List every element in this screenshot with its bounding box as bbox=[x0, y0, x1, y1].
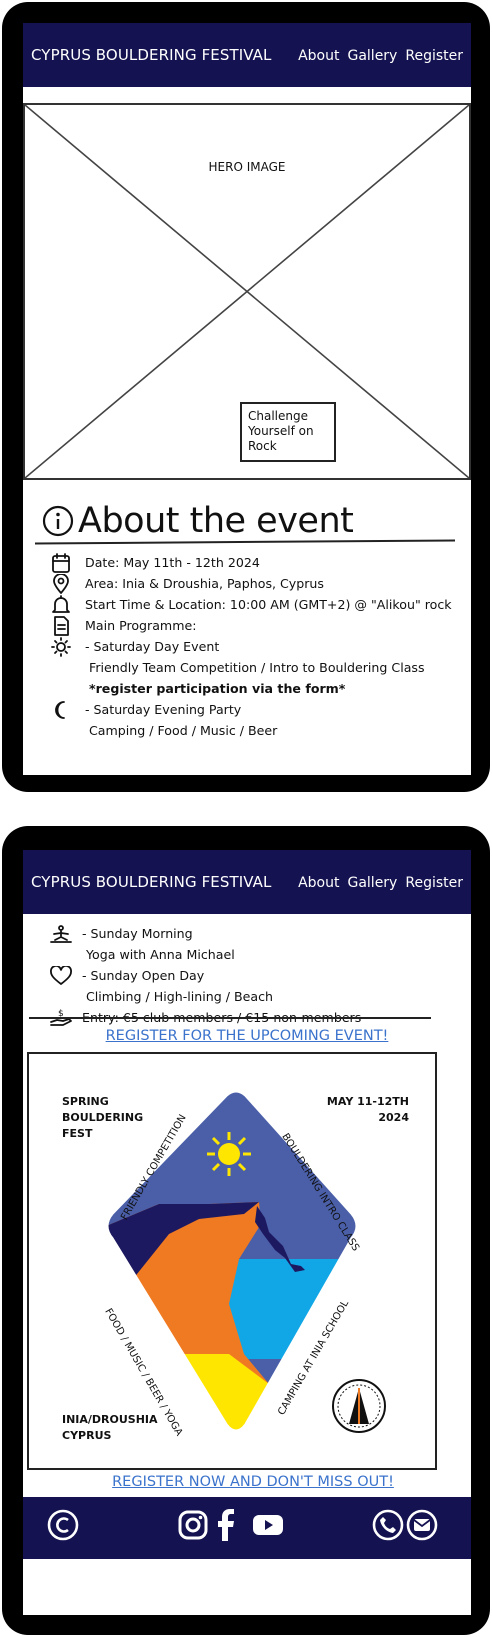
email-icon[interactable] bbox=[405, 1507, 439, 1543]
poster-title: SPRING BOULDERING FEST bbox=[62, 1094, 143, 1142]
heart-icon bbox=[50, 966, 72, 985]
saturday-day-detail: Friendly Team Competition / Intro to Bou… bbox=[89, 660, 425, 675]
poster-sun bbox=[207, 1132, 251, 1176]
poster-location-line: CYPRUS bbox=[62, 1429, 112, 1442]
yoga-icon bbox=[50, 925, 72, 943]
poster-title-line: SPRING bbox=[62, 1095, 109, 1108]
register-note: *register participation via the form* bbox=[89, 681, 346, 696]
sunday-morning: - Sunday Morning bbox=[82, 926, 193, 941]
poster-logo bbox=[332, 1379, 386, 1433]
about-title: About the event bbox=[78, 501, 354, 541]
navbar: CYPRUS BOULDERING FESTIVAL About Gallery… bbox=[23, 850, 471, 914]
poster-sea bbox=[229, 1259, 356, 1359]
navbar: CYPRUS BOULDERING FESTIVAL About Gallery… bbox=[23, 23, 471, 87]
nav-link-about[interactable]: About bbox=[298, 875, 339, 891]
facebook-icon[interactable] bbox=[211, 1507, 241, 1543]
moon-icon bbox=[55, 701, 65, 719]
list-item: *register participation via the form* bbox=[23, 678, 471, 699]
about-heading: About the event bbox=[41, 501, 354, 541]
nav-link-register[interactable]: Register bbox=[405, 875, 463, 891]
youtube-icon[interactable] bbox=[250, 1507, 286, 1543]
poster-location-line: INIA/DROUSHIA bbox=[62, 1413, 158, 1426]
poster-date-line: MAY 11-12TH bbox=[326, 1095, 409, 1108]
footer bbox=[23, 1497, 471, 1559]
screen-bottom: CYPRUS BOULDERING FESTIVAL About Gallery… bbox=[23, 850, 471, 1615]
programme-heading: Main Programme: bbox=[85, 618, 197, 633]
nav-link-about[interactable]: About bbox=[298, 48, 339, 64]
saturday-day: - Saturday Day Event bbox=[85, 639, 220, 654]
saturday-evening: - Saturday Evening Party bbox=[85, 702, 242, 717]
phone-frame-bottom: CYPRUS BOULDERING FESTIVAL About Gallery… bbox=[2, 826, 490, 1635]
register-link-bottom[interactable]: REGISTER NOW AND DON'T MISS OUT! bbox=[29, 1474, 471, 1490]
saturday-evening-detail: Camping / Food / Music / Beer bbox=[89, 723, 278, 738]
nav-links: About Gallery Register bbox=[298, 874, 463, 891]
poster-location: INIA/DROUSHIA CYPRUS bbox=[62, 1412, 158, 1444]
copyright-icon[interactable] bbox=[45, 1507, 81, 1543]
event-start: Start Time & Location: 10:00 AM (GMT+2) … bbox=[85, 597, 452, 612]
poster-date-line: 2024 bbox=[378, 1111, 409, 1124]
sunday-open-day: - Sunday Open Day bbox=[82, 968, 205, 983]
register-link-top[interactable]: REGISTER FOR THE UPCOMING EVENT! bbox=[23, 1028, 471, 1044]
site-title[interactable]: CYPRUS BOULDERING FESTIVAL bbox=[31, 46, 272, 64]
hero-badge: Challenge Yourself on Rock bbox=[240, 402, 336, 462]
poster-title-line: BOULDERING bbox=[62, 1111, 144, 1124]
event-info-list: Date: May 11th - 12th 2024 Area: Inia & … bbox=[23, 552, 471, 741]
list-item: Yoga with Anna Michael bbox=[23, 944, 471, 965]
sun-icon bbox=[51, 637, 71, 657]
sunday-morning-detail: Yoga with Anna Michael bbox=[86, 947, 235, 962]
list-item: Camping / Food / Music / Beer bbox=[23, 720, 471, 741]
location-pin-icon bbox=[53, 574, 69, 594]
info-icon bbox=[42, 505, 74, 537]
nav-links: About Gallery Register bbox=[298, 47, 463, 64]
divider bbox=[29, 1017, 431, 1019]
screen-top: CYPRUS BOULDERING FESTIVAL About Gallery… bbox=[23, 23, 471, 775]
poster-date: MAY 11-12TH 2024 bbox=[327, 1094, 409, 1126]
list-item: Area: Inia & Droushia, Paphos, Cyprus bbox=[23, 573, 471, 594]
document-icon bbox=[54, 616, 69, 636]
nav-link-gallery[interactable]: Gallery bbox=[347, 875, 397, 891]
calendar-icon bbox=[52, 553, 70, 573]
poster-title-line: FEST bbox=[62, 1127, 93, 1140]
phone-icon[interactable] bbox=[371, 1507, 405, 1543]
nav-link-register[interactable]: Register bbox=[405, 48, 463, 64]
hero-image-placeholder: HERO IMAGE Challenge Yourself on Rock bbox=[23, 103, 471, 480]
festival-poster: SPRING BOULDERING FEST MAY 11-12TH 2024 … bbox=[27, 1052, 437, 1470]
instagram-icon[interactable] bbox=[175, 1507, 211, 1543]
event-area: Area: Inia & Droushia, Paphos, Cyprus bbox=[85, 576, 324, 591]
list-item: - Saturday Day Event bbox=[23, 636, 471, 657]
nav-link-gallery[interactable]: Gallery bbox=[347, 48, 397, 64]
hero-label: HERO IMAGE bbox=[208, 160, 286, 174]
list-item: Date: May 11th - 12th 2024 bbox=[23, 552, 471, 573]
list-item: - Sunday Open Day bbox=[23, 965, 471, 986]
list-item: Friendly Team Competition / Intro to Bou… bbox=[23, 657, 471, 678]
bell-icon bbox=[52, 595, 70, 613]
list-item: - Saturday Evening Party bbox=[23, 699, 471, 720]
list-item: - Sunday Morning bbox=[23, 923, 471, 944]
list-item: Climbing / High-lining / Beach bbox=[23, 986, 471, 1007]
event-info-list-continued: - Sunday Morning Yoga with Anna Michael … bbox=[23, 923, 471, 1028]
site-title[interactable]: CYPRUS BOULDERING FESTIVAL bbox=[31, 873, 272, 891]
event-date: Date: May 11th - 12th 2024 bbox=[85, 555, 260, 570]
sunday-open-day-detail: Climbing / High-lining / Beach bbox=[86, 989, 273, 1004]
list-item: Start Time & Location: 10:00 AM (GMT+2) … bbox=[23, 594, 471, 615]
phone-frame-top: CYPRUS BOULDERING FESTIVAL About Gallery… bbox=[2, 2, 490, 792]
list-item: Main Programme: bbox=[23, 615, 471, 636]
